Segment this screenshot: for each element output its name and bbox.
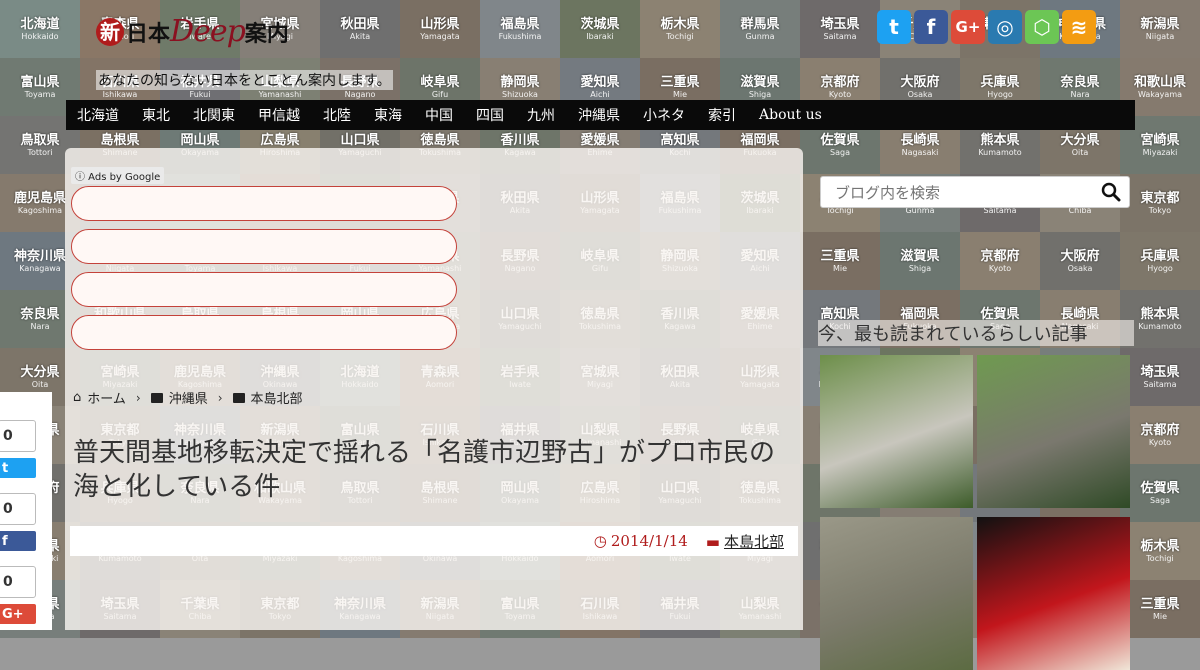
ad-link-2[interactable] <box>71 229 457 264</box>
nav-item[interactable]: 北海道 <box>77 105 119 125</box>
article-title: 普天間基地移転決定で揺れる「名護市辺野古」がプロ市民の海と化している件 <box>73 438 776 502</box>
nav-item[interactable]: 沖縄県 <box>578 105 620 125</box>
nav-item[interactable]: 中国 <box>425 105 453 125</box>
twitter-icon[interactable]: t <box>877 10 911 44</box>
breadcrumb-current: 本島北部 <box>250 392 303 407</box>
home-icon: ⌂ <box>73 390 82 405</box>
background-tile: 京都府 Kyoto <box>1120 406 1200 464</box>
logo-text-nihon: 日本 <box>126 20 171 47</box>
article-meta: ◷ 2014/1/14 ▬ 本島北部 <box>70 526 798 556</box>
share-twitter-count: 0 <box>0 420 36 452</box>
nav-item[interactable]: 小ネタ <box>643 105 685 125</box>
article-category-link[interactable]: 本島北部 <box>724 533 784 551</box>
logo-text-deep: Deep <box>170 14 246 49</box>
ads-by-google-label[interactable]: ⓘ Ads by Google <box>71 167 165 184</box>
chevron-right-icon: › <box>135 390 141 405</box>
logo-text-annai: 案内 <box>244 20 289 47</box>
nav-item[interactable]: 北陸 <box>323 105 351 125</box>
nav-item[interactable]: 甲信越 <box>258 105 300 125</box>
background-tile: 大阪府Osaka <box>1040 232 1120 290</box>
instagram-icon[interactable]: ◎ <box>988 10 1022 44</box>
share-google-plus-count: 0 <box>0 566 36 598</box>
nav-item[interactable]: 九州 <box>527 105 555 125</box>
breadcrumb: ⌂ ホーム › 沖縄県 › 本島北部 <box>73 388 303 407</box>
nav-item[interactable]: 東海 <box>374 105 402 125</box>
nav-item[interactable]: 北関東 <box>193 105 235 125</box>
background-tile: 京都府 Kyoto <box>960 232 1040 290</box>
background-tile: 兵庫県Hyogo <box>1120 232 1200 290</box>
background-tile: 佐賀県Saga <box>1120 464 1200 522</box>
background-tile: 三重県Mie <box>800 232 880 290</box>
search-icon[interactable] <box>1101 182 1121 202</box>
thumb-sasashima[interactable] <box>977 517 1130 670</box>
logo-badge: 新 <box>96 17 124 46</box>
thumb-onsen-town[interactable] <box>820 355 973 508</box>
breadcrumb-okinawa[interactable]: 沖縄県 <box>169 388 208 407</box>
popular-posts-heading: 今、最も読まれているらしい記事 <box>818 320 1134 346</box>
search-box <box>820 176 1130 208</box>
nav-item[interactable]: 四国 <box>476 105 504 125</box>
nav-item[interactable]: About us <box>759 107 822 123</box>
main-nav: 北海道 東北 北関東 甲信越 北陸 東海 中国 四国 九州 沖縄県 小ネタ 索引 About us <box>66 100 1135 130</box>
background-tile: 埼玉県Saitama <box>1120 348 1200 406</box>
background-tile: 栃木県Tochigi <box>1120 522 1200 580</box>
article-date: 2014/1/14 <box>610 532 688 550</box>
site-logo[interactable]: 新 日本 Deep 案内 <box>96 14 289 49</box>
site-tagline: あなたの知らない日本をとことん案内します。 <box>96 70 393 90</box>
nav-item[interactable]: 東北 <box>142 105 170 125</box>
social-links: t f G+ ◎ ⬡ ≋ <box>877 10 1096 44</box>
main-content: ⓘ Ads by Google ⌂ ホーム › 沖縄県 › 本島北部 普天間基地… <box>65 148 803 630</box>
background-tile: 滋賀県Shiga <box>880 232 960 290</box>
ad-link-1[interactable] <box>71 186 457 221</box>
ad-link-4[interactable] <box>71 315 457 350</box>
rss-icon[interactable]: ≋ <box>1062 10 1096 44</box>
share-facebook-button[interactable]: f <box>0 531 36 551</box>
nav-item[interactable]: 索引 <box>708 105 736 125</box>
clock-icon: ◷ <box>593 532 607 550</box>
share-google-plus-button[interactable]: G+ <box>0 604 36 624</box>
feedly-icon[interactable]: ⬡ <box>1025 10 1059 44</box>
background-tile: 東京都Tokyo <box>1120 174 1200 232</box>
google-plus-icon[interactable]: G+ <box>951 10 985 44</box>
share-twitter-button[interactable]: t <box>0 458 36 478</box>
share-bar: 0 t 0 f 0 G+ <box>0 392 52 630</box>
breadcrumb-home[interactable]: ホーム <box>87 388 126 407</box>
chevron-right-icon: › <box>217 390 223 405</box>
folder-icon: ▬ <box>705 532 720 551</box>
folder-icon <box>232 392 245 403</box>
facebook-icon[interactable]: f <box>914 10 948 44</box>
thumb-statue[interactable] <box>977 355 1130 508</box>
site-header: 新 日本 Deep 案内 あなたの知らない日本をとことん案内します。 t f G+ ◎… <box>0 0 1200 100</box>
background-tile: 三重県Mie <box>1120 580 1200 638</box>
share-facebook-count: 0 <box>0 493 36 525</box>
search-input[interactable] <box>833 181 1097 205</box>
thumb-gravestones[interactable] <box>820 517 973 670</box>
folder-icon <box>150 392 163 403</box>
ad-link-3[interactable] <box>71 272 457 307</box>
